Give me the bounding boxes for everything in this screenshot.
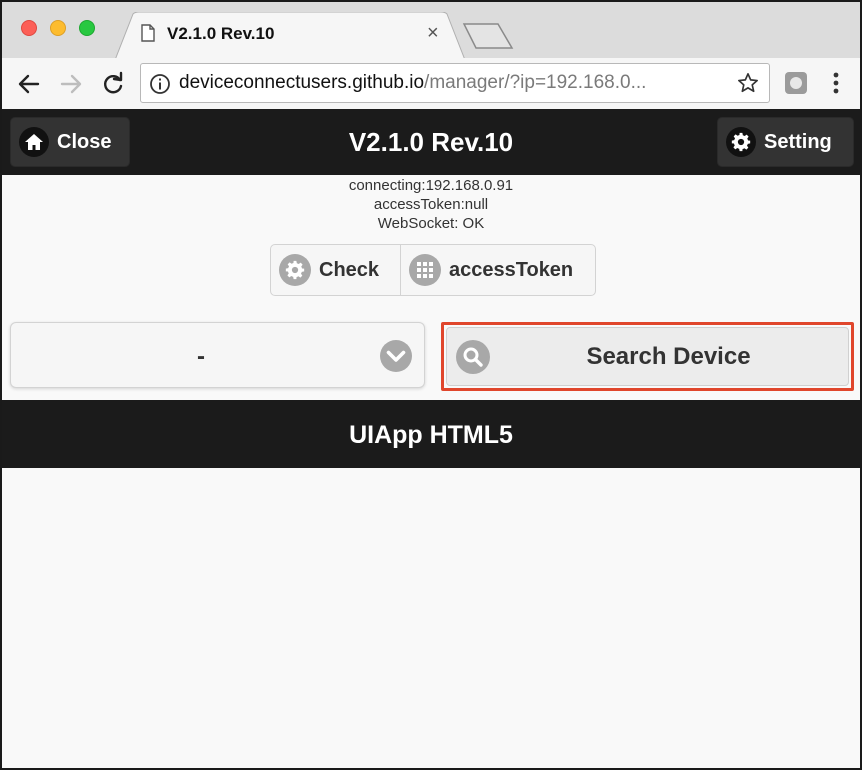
address-bar[interactable]: deviceconnectusers.github.io/manager/?ip… bbox=[140, 63, 770, 103]
chevron-down-icon bbox=[379, 339, 413, 378]
gear-icon bbox=[726, 127, 756, 157]
check-button[interactable]: Check bbox=[271, 245, 401, 295]
url-text[interactable]: deviceconnectusers.github.io/manager/?ip… bbox=[179, 72, 724, 94]
device-select[interactable]: - bbox=[10, 322, 425, 388]
gear-icon bbox=[279, 254, 311, 286]
tab-title: V2.1.0 Rev.10 bbox=[167, 24, 275, 43]
info-icon[interactable] bbox=[149, 73, 171, 100]
star-icon[interactable] bbox=[737, 72, 759, 99]
access-token-button-label: accessToken bbox=[449, 258, 574, 281]
browser-window: V2.1.0 Rev.10 × deviceconnectusers.githu… bbox=[0, 0, 862, 770]
tab-strip: V2.1.0 Rev.10 × bbox=[2, 2, 860, 60]
search-device-label: Search Device bbox=[586, 343, 751, 370]
uiapp-title: UIApp HTML5 bbox=[349, 421, 513, 449]
back-arrow-icon[interactable] bbox=[16, 71, 42, 97]
setting-button-label: Setting bbox=[764, 130, 832, 153]
maximize-window-button[interactable] bbox=[79, 20, 95, 36]
search-icon bbox=[456, 340, 490, 374]
close-window-button[interactable] bbox=[21, 20, 37, 36]
uiapp-header: UIApp HTML5 bbox=[2, 400, 860, 468]
forward-arrow-icon[interactable] bbox=[58, 71, 84, 97]
extension-icon[interactable] bbox=[784, 71, 808, 100]
app-header: Close V2.1.0 Rev.10 Setting bbox=[2, 109, 860, 175]
browser-tab[interactable]: V2.1.0 Rev.10 × bbox=[115, 12, 465, 60]
access-token-status: accessToken:null bbox=[373, 196, 489, 213]
new-tab-button[interactable] bbox=[462, 22, 514, 55]
connecting-status: connecting:192.168.0.91 bbox=[348, 177, 514, 194]
page-icon bbox=[141, 24, 155, 47]
minimize-window-button[interactable] bbox=[50, 20, 66, 36]
browser-toolbar: deviceconnectusers.github.io/manager/?ip… bbox=[2, 58, 860, 110]
menu-dots-icon[interactable] bbox=[830, 70, 842, 101]
reload-icon[interactable] bbox=[100, 71, 126, 97]
device-select-value: - bbox=[197, 343, 205, 370]
grid-icon bbox=[409, 254, 441, 286]
tab-close-icon[interactable]: × bbox=[427, 22, 439, 45]
search-device-button[interactable]: Search Device bbox=[446, 327, 849, 386]
control-group: Check accessToken bbox=[270, 244, 596, 296]
check-button-label: Check bbox=[319, 258, 380, 281]
access-token-button[interactable]: accessToken bbox=[401, 245, 595, 295]
setting-button[interactable]: Setting bbox=[717, 117, 854, 167]
content-area bbox=[2, 468, 860, 768]
websocket-status: WebSocket: OK bbox=[377, 215, 485, 232]
